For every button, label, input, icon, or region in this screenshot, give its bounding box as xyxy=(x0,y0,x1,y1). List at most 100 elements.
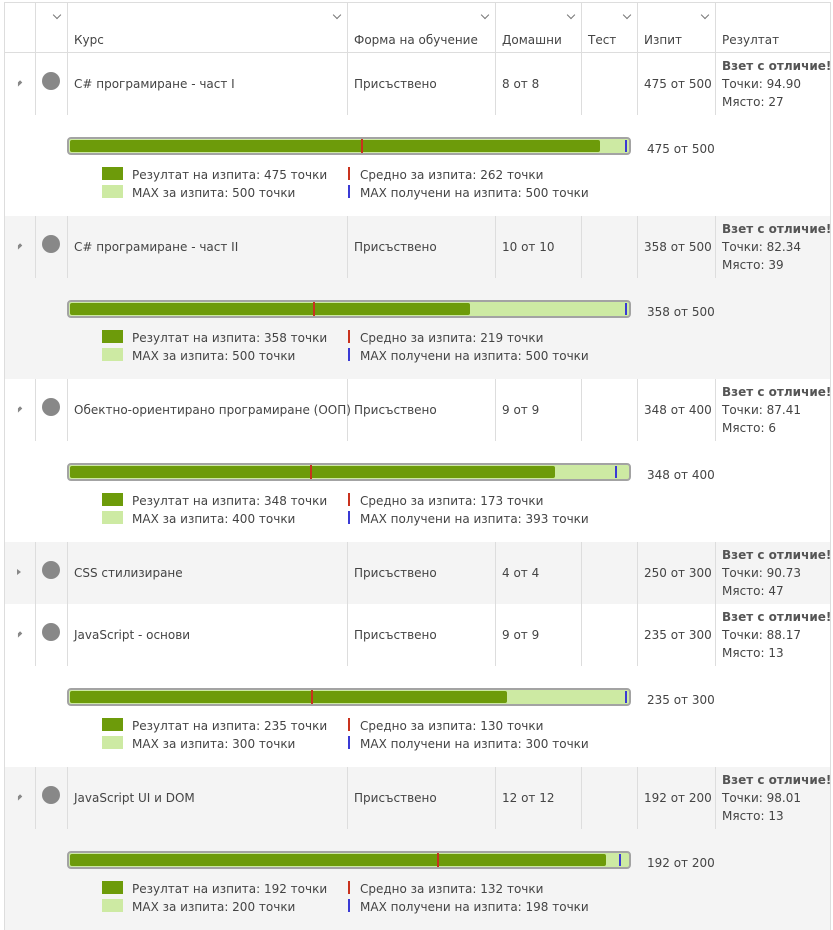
legend-max-swatch xyxy=(102,736,123,749)
legend-top: MAX получени на изпита: 500 точки xyxy=(360,349,589,363)
exam-progress-bar xyxy=(67,851,631,869)
course-row[interactable]: C# програмиране - част I Присъствено 8 от … xyxy=(5,53,831,115)
exam-detail: 348 от 400 Резултат на изпита: 348 точки M… xyxy=(5,441,830,542)
column-divider xyxy=(35,767,36,829)
course-name: C# програмиране - част I xyxy=(74,77,235,91)
column-divider xyxy=(495,604,496,666)
column-divider xyxy=(35,379,36,441)
col-exam-header[interactable]: Изпит xyxy=(637,3,715,52)
result-place: Място: 6 xyxy=(722,421,776,435)
collapse-arrow-icon[interactable] xyxy=(15,406,23,413)
legend-top: MAX получени на изпита: 500 точки xyxy=(360,186,589,200)
column-divider xyxy=(347,604,348,666)
column-divider xyxy=(35,604,36,666)
column-divider xyxy=(347,542,348,604)
column-divider xyxy=(35,542,36,604)
result-title: Взет с отличие! xyxy=(722,385,832,399)
col-result-header: Резултат xyxy=(715,3,830,52)
legend-max: MAX за изпита: 500 точки xyxy=(132,349,296,363)
legend-top-tick xyxy=(348,511,350,524)
result-place: Място: 13 xyxy=(722,809,784,823)
expand-arrow-icon[interactable] xyxy=(17,569,21,575)
legend-average: Средно за изпита: 132 точки xyxy=(360,882,544,896)
exam-score-fill xyxy=(70,466,555,478)
exam-score-fill xyxy=(70,140,600,152)
chevron-down-icon[interactable] xyxy=(568,12,575,19)
homework-score: 10 от 10 xyxy=(502,240,555,254)
exam-score: 192 от 200 xyxy=(644,791,712,805)
chevron-down-icon[interactable] xyxy=(702,12,709,19)
course-row[interactable]: C# програмиране - част II Присъствено 10 о… xyxy=(5,216,831,278)
col-expand-header xyxy=(5,3,35,52)
course-row[interactable]: JavaScript UI и DOM Присъствено 12 от 12 19… xyxy=(5,767,831,829)
exam-bar-label: 348 от 400 xyxy=(647,468,715,482)
chevron-down-icon[interactable] xyxy=(334,12,341,19)
course-row[interactable]: Обектно-ориентирано програмиране (ООП) Пр… xyxy=(5,379,832,441)
chevron-down-icon[interactable] xyxy=(624,12,631,19)
column-label: Курс xyxy=(74,33,104,47)
course-row[interactable]: CSS стилизиране Присъствено 4 от 4 250 от 3… xyxy=(5,542,832,604)
column-divider xyxy=(495,767,496,829)
legend-score: Резултат на изпита: 192 точки xyxy=(132,882,328,896)
legend-average: Средно за изпита: 219 точки xyxy=(360,331,544,345)
legend-score: Резултат на изпита: 358 точки xyxy=(132,331,328,345)
course-row[interactable]: JavaScript - основи Присъствено 9 от 9 235 … xyxy=(5,604,832,666)
column-label: Тест xyxy=(588,33,617,47)
column-divider xyxy=(35,53,36,115)
legend-top-tick xyxy=(348,348,350,361)
legend-max: MAX за изпита: 300 точки xyxy=(132,737,296,751)
collapse-arrow-icon[interactable] xyxy=(15,80,23,87)
collapse-arrow-icon[interactable] xyxy=(15,631,23,638)
average-marker xyxy=(361,139,363,153)
course-name: JavaScript UI и DOM xyxy=(74,791,195,805)
column-divider xyxy=(581,379,582,441)
col-form-header[interactable]: Форма на обучение xyxy=(347,3,495,52)
column-divider xyxy=(347,53,348,115)
col-test-header[interactable]: Тест xyxy=(581,3,637,52)
exam-detail: 475 от 500 Резултат на изпита: 475 точки M… xyxy=(5,115,830,216)
result-title: Взет с отличие! xyxy=(722,610,832,624)
study-form: Присъствено xyxy=(354,566,437,580)
chevron-down-icon[interactable] xyxy=(54,12,61,19)
chevron-down-icon[interactable] xyxy=(482,12,489,19)
col-course-header[interactable]: Курс xyxy=(67,3,347,52)
column-divider xyxy=(637,216,638,278)
column-divider xyxy=(67,216,68,278)
exam-progress-bar xyxy=(67,300,631,318)
result-points: Точки: 90.73 xyxy=(722,566,802,580)
legend-average: Средно за изпита: 130 точки xyxy=(360,719,544,733)
collapse-arrow-icon[interactable] xyxy=(15,794,23,801)
legend-max-swatch xyxy=(102,185,123,198)
result-points: Точки: 94.90 xyxy=(722,77,802,91)
collapse-arrow-icon[interactable] xyxy=(15,243,23,250)
column-label: Резултат xyxy=(722,33,780,47)
column-divider xyxy=(637,604,638,666)
result-title: Взет с отличие! xyxy=(722,548,832,562)
top-score-marker xyxy=(625,303,627,315)
exam-bar-label: 358 от 500 xyxy=(647,305,715,319)
study-form: Присъствено xyxy=(354,791,437,805)
column-divider xyxy=(637,53,638,115)
col-status-header[interactable] xyxy=(35,3,67,52)
column-divider xyxy=(495,542,496,604)
legend-top-tick xyxy=(348,899,350,912)
study-form: Присъствено xyxy=(354,77,437,91)
result-points: Точки: 82.34 xyxy=(722,240,802,254)
exam-bar-label: 235 от 300 xyxy=(647,693,715,707)
col-homework-header[interactable]: Домашни xyxy=(495,3,581,52)
grid-body: C# програмиране - част I Присъствено 8 от … xyxy=(5,53,832,930)
result-points: Точки: 87.41 xyxy=(722,403,802,417)
exam-score-fill xyxy=(70,854,606,866)
result-place: Място: 27 xyxy=(722,95,784,109)
status-dot-icon xyxy=(42,623,60,641)
study-form: Присъствено xyxy=(354,628,437,642)
legend-score-swatch xyxy=(102,493,123,506)
legend-score: Резултат на изпита: 475 точки xyxy=(132,168,328,182)
column-divider xyxy=(495,379,496,441)
result-place: Място: 39 xyxy=(722,258,784,272)
legend-max-swatch xyxy=(102,348,123,361)
legend-score-swatch xyxy=(102,167,123,180)
top-score-marker xyxy=(625,140,627,152)
column-divider xyxy=(67,379,68,441)
top-score-marker xyxy=(619,854,621,866)
